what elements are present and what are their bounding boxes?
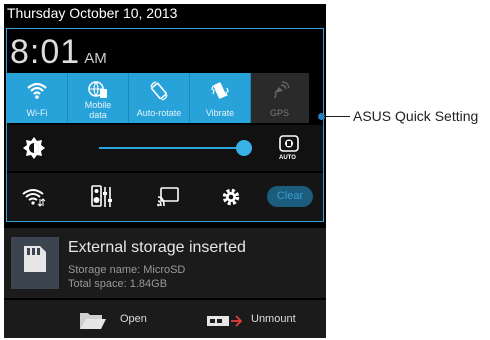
clock-ampm: AM [84, 50, 107, 67]
quick-settings-panel: 8:01 AM Wi-Fi Mobile data Auto-rotate Vi… [6, 28, 324, 222]
tile-mobile-data-label: Mobile data [68, 100, 128, 120]
tile-auto-rotate[interactable]: Auto-rotate [129, 73, 190, 123]
vibrate-icon [211, 82, 229, 99]
screen-cast-icon[interactable] [157, 187, 179, 207]
clock: 8:01 AM [10, 33, 107, 72]
tile-mobile-data-label-line1: Mobile [84, 100, 112, 110]
phone-screen: Thursday October 10, 2013 8:01AM Wi-Fi [4, 4, 326, 338]
notification-actions: Open Unmount [4, 300, 326, 338]
tile-wifi[interactable]: Wi-Fi [7, 73, 68, 123]
tile-vibrate-label: Vibrate [205, 108, 235, 118]
notification-storage-name: Storage name: MicroSD [68, 264, 186, 276]
tile-gps[interactable]: GPS [251, 73, 309, 123]
status-date: Thursday October 10, 2013 [7, 5, 178, 21]
wifi-settings-icon[interactable] [22, 187, 46, 207]
tile-gps-label: GPS [269, 108, 289, 118]
sd-card-icon-box [11, 237, 59, 289]
clear-button[interactable]: Clear [267, 186, 313, 207]
tile-vibrate[interactable]: Vibrate [190, 73, 251, 123]
brightness-row: AUTO [7, 125, 323, 171]
quick-settings-tiles: Wi-Fi Mobile data Auto-rotate Vibrate GP… [7, 73, 323, 123]
audio-settings-icon[interactable] [91, 185, 113, 209]
mobile-data-icon [88, 81, 107, 98]
settings-gear-icon[interactable] [221, 187, 241, 207]
wifi-icon [27, 82, 47, 99]
shortcut-row: Clear [7, 173, 323, 221]
tile-auto-rotate-label: Auto-rotate [136, 108, 182, 118]
unmount-action-label[interactable]: Unmount [251, 313, 296, 325]
notification-title: External storage inserted [68, 239, 246, 256]
gps-icon [273, 81, 290, 99]
callout-line [324, 116, 350, 117]
auto-brightness-label: AUTO [279, 155, 296, 161]
folder-open-icon[interactable] [79, 312, 107, 330]
callout-label: ASUS Quick Setting [353, 108, 479, 124]
auto-rotate-icon [150, 81, 168, 101]
brightness-slider-track[interactable] [99, 147, 242, 149]
tile-mobile-data[interactable]: Mobile data [68, 73, 129, 123]
open-action-label[interactable]: Open [120, 313, 147, 325]
notification-card[interactable]: External storage inserted Storage name: … [4, 228, 326, 298]
clock-time: 8:01 [10, 33, 81, 71]
sd-card-icon [24, 246, 46, 272]
tile-mobile-data-label-line2: data [89, 110, 107, 120]
brightness-slider-handle[interactable] [236, 140, 252, 156]
brightness-icon [23, 137, 45, 159]
auto-brightness-icon[interactable] [279, 135, 299, 152]
notification-total-space: Total space: 1.84GB [68, 278, 168, 290]
tile-wifi-label: Wi-Fi [26, 108, 48, 118]
unmount-icon[interactable] [206, 314, 242, 328]
